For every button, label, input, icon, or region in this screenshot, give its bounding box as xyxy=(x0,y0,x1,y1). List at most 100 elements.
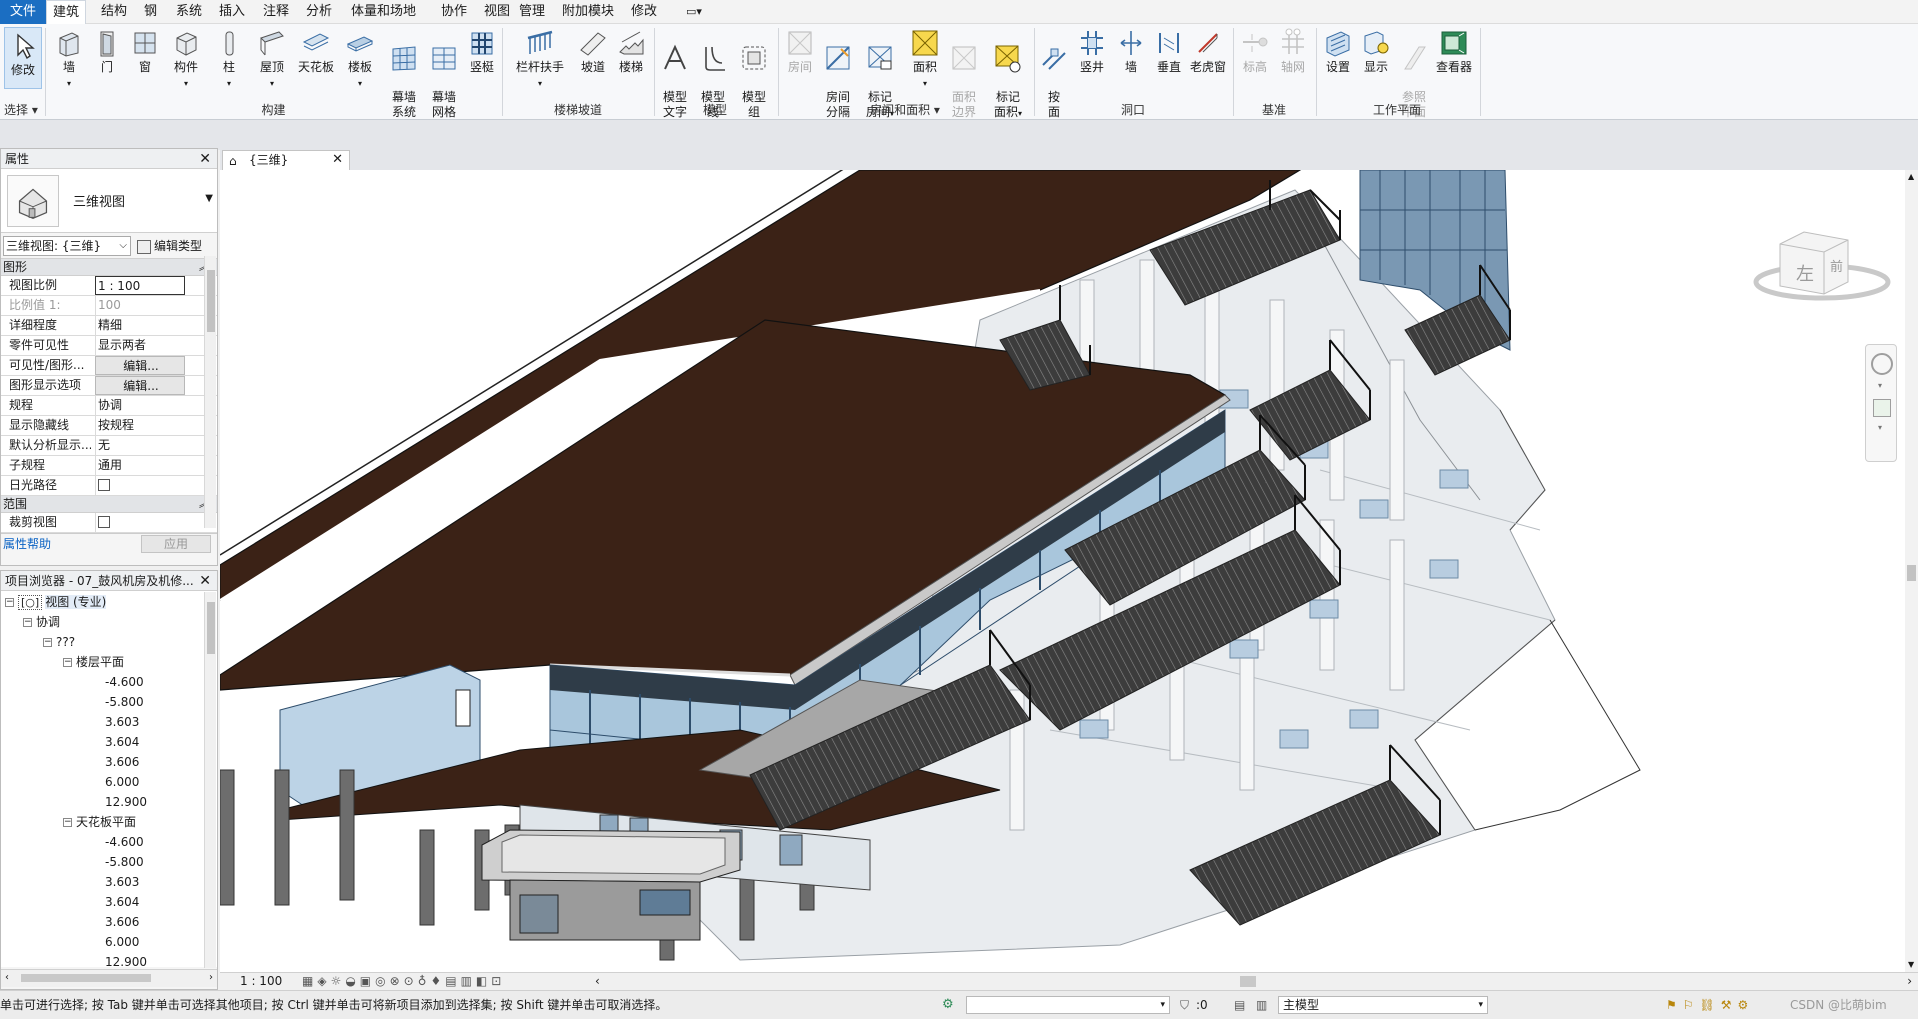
view-tab-3d[interactable]: ⌂ {三维} ✕ xyxy=(222,150,350,170)
instance-selector[interactable]: 三维视图: {三维} ⌵ xyxy=(3,236,131,256)
parts-visibility-field[interactable]: 显示两者 xyxy=(95,336,185,355)
scroll-thumb[interactable] xyxy=(207,270,215,332)
sub-discipline-field[interactable]: 通用 xyxy=(95,456,185,475)
tree-item-floor-level[interactable]: -4.600 xyxy=(105,673,144,691)
editable-only-icon[interactable]: ▤ xyxy=(1234,991,1245,1019)
properties-scrollbar[interactable] xyxy=(204,256,216,528)
browser-scrollbar[interactable] xyxy=(204,592,216,968)
tree-item-floor-level[interactable]: -5.800 xyxy=(105,693,144,711)
hidden-lines-field[interactable]: 按规程 xyxy=(95,416,185,435)
view-vscrollbar[interactable]: ▲ ▼ xyxy=(1905,170,1918,972)
collapse-icon[interactable]: − xyxy=(63,658,72,667)
sun-path-checkbox[interactable] xyxy=(98,478,110,491)
tree-item-ceiling-level[interactable]: -4.600 xyxy=(105,833,144,851)
scroll-up-icon[interactable]: ▲ xyxy=(1908,172,1914,181)
discipline-field[interactable]: 协调 xyxy=(95,396,185,415)
menu-tab-steel[interactable]: 钢 xyxy=(138,0,163,24)
grid-button[interactable]: 轴网 xyxy=(1276,28,1310,75)
edit-type-button[interactable]: 编辑类型 xyxy=(137,237,202,254)
stair-button[interactable]: 楼梯 xyxy=(614,28,648,75)
browser-hscrollbar[interactable]: ‹ › xyxy=(1,969,217,987)
menu-tab-analyze[interactable]: 分析 xyxy=(300,0,338,24)
tree-item-floor-level[interactable]: 3.603 xyxy=(105,713,139,731)
scroll-thumb[interactable] xyxy=(1907,565,1916,581)
detail-level-field[interactable]: 精细 xyxy=(95,316,185,335)
3d-view-canvas[interactable]: 左 前 ▾ ▾ xyxy=(220,170,1905,972)
close-icon[interactable]: ✕ xyxy=(332,151,343,169)
graphic-display-edit-button[interactable]: 编辑... xyxy=(95,376,185,395)
tree-item-ceiling-level[interactable]: 6.000 xyxy=(105,933,139,951)
filter-icon[interactable]: ⛉ xyxy=(1180,991,1189,1019)
tree-node-coordination[interactable]: − 协调 xyxy=(23,613,60,631)
collapse-icon[interactable]: − xyxy=(63,818,72,827)
window-button[interactable]: 窗 xyxy=(128,28,162,75)
hscroll-thumb[interactable] xyxy=(1240,976,1256,987)
area-button[interactable]: 面积 ▾ xyxy=(905,28,945,91)
menu-tab-annotate[interactable]: 注释 xyxy=(257,0,295,24)
crop-view-checkbox[interactable] xyxy=(98,515,110,528)
menu-tab-systems[interactable]: 系统 xyxy=(170,0,208,24)
view-scale[interactable]: 1 : 100 xyxy=(240,973,282,990)
show-workplane-button[interactable]: 显示 xyxy=(1358,28,1394,75)
ramp-button[interactable]: 坡道 xyxy=(576,28,610,75)
workset-selector[interactable]: ▾ xyxy=(966,996,1170,1014)
scroll-thumb[interactable] xyxy=(207,602,215,654)
tree-item-floor-level[interactable]: 3.604 xyxy=(105,733,139,751)
menu-file[interactable]: 文件 xyxy=(0,0,47,24)
menu-tab-view[interactable]: 视图 xyxy=(478,0,516,24)
tree-item-floor-level[interactable]: 3.606 xyxy=(105,753,139,771)
ribbon-toggle-icon[interactable]: ▭▾ xyxy=(680,0,708,24)
menu-tab-insert[interactable]: 插入 xyxy=(213,0,251,24)
level-button[interactable]: 标高 xyxy=(1238,28,1272,75)
column-button[interactable]: 柱 ▾ xyxy=(212,28,246,91)
tree-node-views[interactable]: − [○] 视图 (专业) xyxy=(5,593,107,611)
chevron-down-icon[interactable]: ▾ xyxy=(1878,423,1882,432)
visibility-graphics-edit-button[interactable]: 编辑... xyxy=(95,356,185,375)
close-icon[interactable]: ✕ xyxy=(199,149,211,169)
ceiling-button[interactable]: 天花板 xyxy=(296,28,336,75)
collapse-icon[interactable]: − xyxy=(43,638,52,647)
tree-item-ceiling-level[interactable]: 3.604 xyxy=(105,893,139,911)
tree-item-ceiling-level[interactable]: 3.606 xyxy=(105,913,139,931)
wall-opening-button[interactable]: 墙 xyxy=(1114,28,1148,75)
section-graphics[interactable]: 图形︽ xyxy=(1,259,217,276)
design-option-selector[interactable]: 主模型 ▾ xyxy=(1278,996,1488,1014)
collapse-icon[interactable]: − xyxy=(5,598,14,607)
tree-item-floor-level[interactable]: 12.900 xyxy=(105,793,147,811)
roof-button[interactable]: 屋顶 ▾ xyxy=(254,28,290,91)
vertical-opening-button[interactable]: 垂直 xyxy=(1152,28,1186,75)
room-area-group-dropdown[interactable]: 房间和面积 ▾ xyxy=(779,101,1031,119)
scroll-left-icon[interactable]: ‹ xyxy=(595,973,600,990)
scroll-down-icon[interactable]: ▼ xyxy=(1908,960,1914,969)
chevron-down-icon[interactable]: ▾ xyxy=(1878,381,1882,390)
design-options-icon[interactable]: ▥ xyxy=(1256,991,1267,1019)
close-icon[interactable]: ✕ xyxy=(199,571,211,591)
tree-node-unknown[interactable]: −??? xyxy=(43,633,75,651)
shaft-button[interactable]: 竖井 xyxy=(1074,28,1110,75)
set-workplane-button[interactable]: 设置 xyxy=(1320,28,1356,75)
properties-help-link[interactable]: 属性帮助 xyxy=(3,534,51,554)
view-scale-input[interactable]: 1 : 100 xyxy=(95,276,185,295)
collapse-icon[interactable]: − xyxy=(23,618,32,627)
steering-wheel-icon[interactable] xyxy=(1871,353,1893,375)
viewer-button[interactable]: 查看器 xyxy=(1434,28,1474,75)
worksets-icon[interactable]: ⚙ xyxy=(942,991,954,1019)
component-button[interactable]: 构件 ▾ xyxy=(166,28,206,91)
tree-item-floor-level[interactable]: 6.000 xyxy=(105,773,139,791)
railing-button[interactable]: 栏杆扶手 ▾ xyxy=(512,28,568,91)
apply-button[interactable]: 应用 xyxy=(141,535,211,553)
scroll-right-icon[interactable]: › xyxy=(1907,973,1912,990)
view-control-icons[interactable]: ▦◈☼◒▣◎⊗⊙♁♦▤▥◧⊡ xyxy=(302,973,505,990)
view-cube[interactable]: 左 前 xyxy=(1752,210,1892,320)
floor-button[interactable]: 楼板 ▾ xyxy=(342,28,378,91)
type-selector[interactable]: 三维视图 ▼ xyxy=(1,169,217,233)
door-button[interactable]: 门 xyxy=(90,28,124,75)
view-cube-left-face[interactable]: 左 xyxy=(1796,260,1814,286)
view-cube-front-face[interactable]: 前 xyxy=(1830,256,1843,275)
tree-node-ceiling-plans[interactable]: − 天花板平面 xyxy=(63,813,136,831)
section-extents[interactable]: 范围︽ xyxy=(1,496,217,513)
menu-tab-addins[interactable]: 附加模块 xyxy=(556,0,620,24)
tree-item-ceiling-level[interactable]: 3.603 xyxy=(105,873,139,891)
mullion-button[interactable]: 竖梃 xyxy=(464,28,500,75)
menu-tab-manage[interactable]: 管理 xyxy=(513,0,551,24)
